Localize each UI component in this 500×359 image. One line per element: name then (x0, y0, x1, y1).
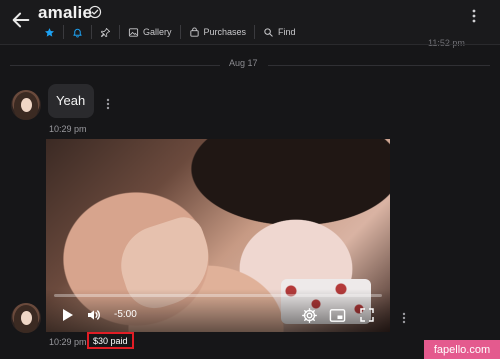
paid-status-text: $30 paid (93, 335, 128, 346)
chat-toolbar: Gallery Purchases Find (36, 24, 304, 40)
chat-title[interactable]: amalie (38, 3, 92, 23)
date-separator-line (268, 65, 490, 66)
image-icon (128, 27, 139, 37)
purchases-label: Purchases (203, 27, 247, 37)
message-time: 10:29 pm (49, 337, 87, 347)
purchases-button[interactable]: Purchases (181, 24, 255, 40)
volume-icon (88, 310, 100, 320)
header-divider (0, 44, 500, 45)
search-icon (264, 27, 273, 37)
picture-in-picture-button[interactable] (328, 307, 346, 323)
play-icon (63, 309, 73, 321)
gallery-label: Gallery (143, 27, 172, 37)
message-time: 10:29 pm (49, 124, 87, 134)
more-options-icon[interactable] (472, 8, 476, 24)
date-separator: Aug 17 (229, 58, 258, 68)
gallery-button[interactable]: Gallery (120, 24, 180, 40)
avatar[interactable] (11, 90, 41, 120)
star-button[interactable] (36, 24, 63, 40)
gear-icon (301, 307, 317, 323)
settings-button[interactable] (300, 306, 318, 324)
find-button[interactable]: Find (255, 24, 304, 40)
arrow-left-icon[interactable] (10, 9, 32, 31)
picture-in-picture-icon (329, 308, 345, 322)
video-player[interactable]: -5:00 (46, 139, 390, 332)
fullscreen-icon (360, 308, 374, 322)
volume-button[interactable] (84, 306, 104, 324)
pin-button[interactable] (92, 24, 119, 40)
paid-status-badge: $30 paid (87, 332, 134, 349)
chat-header: amalie Gallery Purchases Find (0, 0, 500, 44)
chat-screen: amalie Gallery Purchases Find 11:52 pm A… (0, 0, 500, 359)
verified-badge-icon (88, 5, 102, 19)
video-progress-bar[interactable] (54, 294, 382, 297)
fullscreen-button[interactable] (358, 306, 376, 324)
avatar[interactable] (11, 303, 41, 333)
star-icon (45, 27, 54, 37)
previous-message-time: 11:52 pm (428, 38, 465, 48)
watermark: fapello.com (424, 340, 500, 359)
pin-icon (100, 27, 111, 37)
play-button[interactable] (58, 306, 76, 324)
bag-icon (189, 26, 199, 37)
find-label: Find (278, 27, 296, 37)
message-options-icon[interactable] (402, 312, 406, 324)
date-separator-line (10, 65, 220, 66)
message-text: Yeah (56, 93, 86, 108)
message-options-icon[interactable] (106, 98, 110, 110)
notifications-button[interactable] (64, 24, 91, 40)
time-remaining: -5:00 (114, 309, 137, 320)
bell-icon (73, 28, 82, 38)
